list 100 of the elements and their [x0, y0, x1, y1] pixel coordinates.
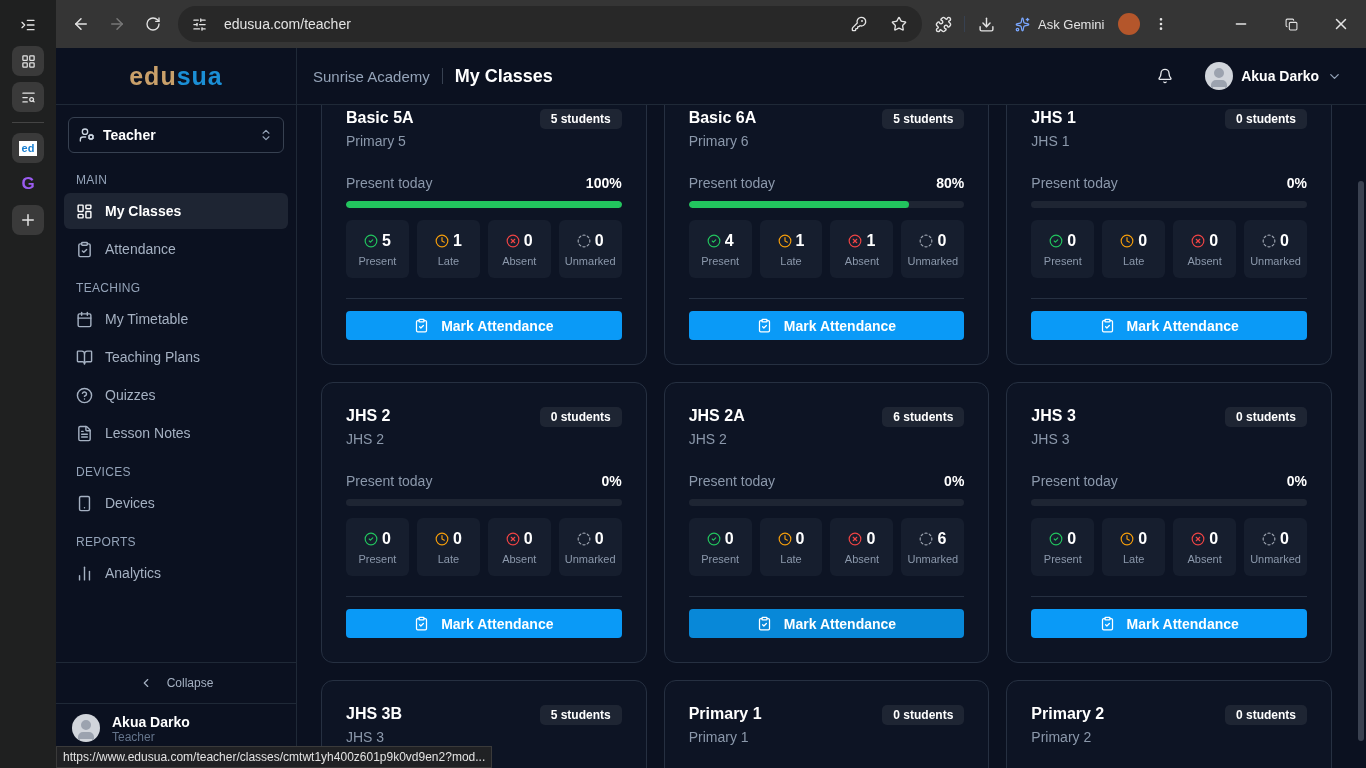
stat-label: Unmarked — [907, 552, 959, 565]
stat-count: 0 — [1138, 231, 1148, 250]
phone-icon — [76, 494, 93, 512]
check-circle-icon — [706, 233, 721, 248]
class-name: JHS 3B — [346, 705, 403, 723]
user-role: Teacher — [112, 730, 156, 744]
clock-icon — [1120, 531, 1135, 546]
section-title: TEACHING — [75, 280, 142, 297]
stat-count: 0 — [937, 231, 947, 250]
stat-label: Late — [780, 254, 802, 267]
student-count-badge: 6 students — [882, 407, 965, 427]
stat-label: Present — [1043, 552, 1082, 565]
stat-count: 0 — [1067, 231, 1077, 250]
edusua-logo: edusua — [56, 48, 296, 105]
clipboard-icon — [756, 616, 772, 631]
x-circle-icon — [848, 233, 863, 248]
nav-item[interactable]: Attendance — [64, 231, 288, 267]
stat-count: 0 — [1138, 529, 1148, 548]
stat-label: Absent — [844, 254, 880, 267]
stat-label: Present — [701, 254, 740, 267]
check-circle-icon — [364, 531, 378, 546]
stat-count: 1 — [795, 231, 805, 250]
restore-icon[interactable] — [1284, 17, 1298, 31]
browser-tab[interactable]: G — [12, 169, 44, 199]
clipboard-icon — [76, 240, 93, 258]
tab-favicon: G — [21, 174, 35, 194]
stat-label: Late — [780, 552, 802, 565]
stat-label: Unmarked — [564, 254, 616, 267]
x-circle-icon — [848, 531, 863, 546]
dashed-circle-icon — [1262, 531, 1277, 546]
clock-icon — [1120, 233, 1135, 248]
stat-count: 0 — [1067, 529, 1077, 548]
stat-count: 0 — [1280, 529, 1289, 548]
dashed-circle-icon — [576, 531, 591, 546]
tab-grid-button[interactable] — [12, 46, 44, 76]
present-percent: 0% — [601, 473, 622, 489]
present-label: Present today — [346, 473, 433, 489]
stat-label: Unmarked — [1250, 552, 1301, 565]
stat-count: 4 — [724, 231, 734, 250]
address-bar[interactable]: edusua.com/teacher — [178, 6, 922, 42]
forward-icon[interactable] — [108, 15, 126, 33]
profile-avatar[interactable] — [1118, 13, 1141, 35]
reload-icon[interactable] — [145, 16, 161, 32]
school-name: Sunrise Academy — [313, 67, 430, 85]
nav-item[interactable]: Lesson Notes — [64, 415, 288, 451]
check-circle-icon — [1049, 233, 1064, 248]
document-icon — [76, 424, 93, 442]
present-label: Present today — [1031, 473, 1118, 489]
class-grade: Primary 6 — [688, 133, 750, 149]
check-circle-icon — [364, 233, 378, 248]
bell-icon[interactable] — [1157, 68, 1174, 84]
stat-label: Absent — [502, 254, 537, 267]
stat-label: Absent — [844, 552, 880, 565]
present-label: Present today — [688, 175, 776, 191]
present-percent: 80% — [936, 175, 965, 191]
stat-count: 0 — [523, 529, 533, 548]
x-circle-icon — [1191, 233, 1206, 248]
ask-gemini-button[interactable]: Ask Gemini — [1007, 16, 1113, 32]
class-grade: JHS 3 — [346, 729, 386, 745]
user-menu[interactable]: Akua Darko — [1205, 62, 1342, 90]
browser-tab[interactable]: ed — [12, 133, 44, 163]
nav-item[interactable]: Devices — [64, 485, 288, 521]
student-count-badge: 0 students — [1224, 109, 1307, 129]
nav-item[interactable]: My Classes — [64, 193, 288, 229]
nav-item[interactable]: My Timetable — [64, 301, 288, 337]
new-tab-button[interactable] — [12, 205, 44, 235]
plus-icon — [19, 211, 37, 229]
tab-favicon: ed — [19, 140, 37, 156]
present-percent: 0% — [1286, 175, 1307, 191]
back-icon[interactable] — [72, 15, 90, 33]
sparkle-icon — [1015, 16, 1030, 32]
student-count-badge: 0 students — [882, 705, 965, 725]
clipboard-icon — [414, 616, 430, 631]
stat-count: 0 — [1209, 231, 1219, 250]
mark-attendance-button[interactable]: Mark Attendance — [688, 609, 965, 638]
section-title: DEVICES — [75, 464, 132, 481]
user-name: Akua Darko — [112, 714, 190, 730]
stat-label: Present — [1043, 254, 1082, 267]
nav-item[interactable]: Analytics — [64, 555, 288, 591]
present-percent: 0% — [944, 473, 965, 489]
role-select[interactable]: Teacher — [68, 117, 284, 153]
tab-search-button[interactable] — [12, 82, 44, 112]
class-name: Basic 6A — [688, 109, 757, 127]
stat-label: Present — [358, 552, 397, 565]
nav-item[interactable]: Teaching Plans — [64, 339, 288, 375]
nav-item[interactable]: Quizzes — [64, 377, 288, 413]
stat-count: 0 — [866, 529, 876, 548]
check-circle-icon — [1049, 531, 1064, 546]
clock-icon — [434, 531, 449, 546]
class-grade: Primary 1 — [688, 729, 750, 745]
student-count-badge: 0 students — [539, 407, 622, 427]
status-url: https://www.edusua.com/teacher/classes/cmtwt1yh400z601p9k0vd9en2?mod... — [56, 746, 493, 768]
collapse-button[interactable]: Collapse — [56, 662, 296, 704]
class-grade: Primary 5 — [346, 133, 407, 149]
stat-label: Unmarked — [564, 552, 616, 565]
dashed-circle-icon — [1262, 233, 1277, 248]
student-count-badge: 0 students — [1224, 407, 1307, 427]
book-icon — [76, 348, 93, 366]
class-name: Basic 5A — [346, 109, 414, 127]
stat-label: Present — [701, 552, 740, 565]
